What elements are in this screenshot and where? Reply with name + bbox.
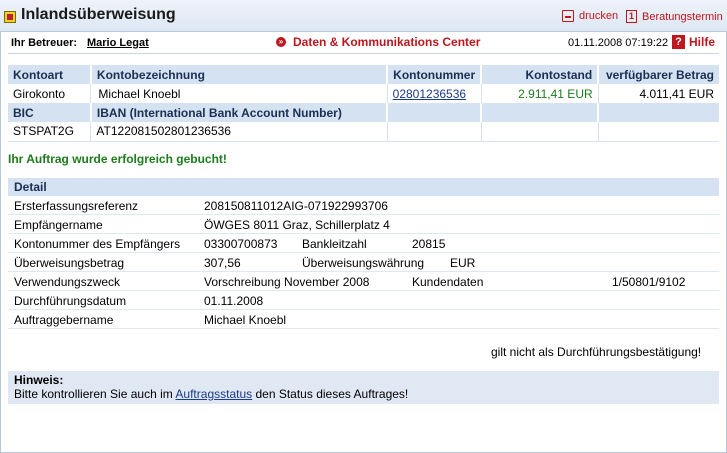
kundendaten-label: Kundendaten [412,275,484,289]
kontonr-label: Kontonummer des Empfängers [14,237,181,251]
kontostand-value: 2.911,41 EUR [480,84,599,103]
blz-value: 20815 [412,237,446,251]
empty-head-cell [480,103,599,122]
advisor-label: Ihr Betreuer: [11,37,78,49]
detail-row: Verwendungszweck Vorschreibung November … [8,272,719,291]
print-link[interactable]: drucken [562,10,618,22]
col-bic: BIC [8,103,91,122]
empty-cell [480,122,599,142]
calendar-icon: 1 [626,10,637,23]
transfer-icon [4,11,16,23]
kontonr-value: 03300700873 [204,237,278,251]
timestamp: 01.11.2008 07:19:22 [568,37,669,49]
advisor-bar: Ihr Betreuer: Mario Legat » Daten & Komm… [0,33,727,53]
iban-header-row: BIC IBAN (International Bank Account Num… [8,103,719,122]
bezeichnung-text: Michael Knoebl [98,86,181,101]
betrag-label: Überweisungsbetrag [14,256,125,270]
iban-value: AT122081502801236536 [90,122,388,142]
col-iban: IBAN (International Bank Account Number) [89,103,388,122]
waehrung-label: Überweisungswährung [302,256,425,270]
hint-text-after: den Status dieses Auftrages! [255,387,409,401]
confirmation-note: gilt nicht als Durchführungsbestätigung! [491,345,702,359]
appointment-link[interactable]: 1 Beratungstermin [626,10,723,23]
account-header-row: Kontoart Kontobezeichnung Kontonummer Ko… [8,65,719,84]
detail-row: Kontonummer des Empfängers 03300700873 B… [8,234,719,253]
zweck-label: Verwendungszweck [14,275,121,289]
advisor-name-link[interactable]: Mario Legat [87,37,149,49]
kundendaten-value: 1/50801/9102 [612,275,686,289]
detail-row: Überweisungsbetrag 307,56 Überweisungswä… [8,253,719,272]
kontonummer-cell: 02801236536 [386,84,482,103]
detail-row: Ersterfassungsreferenz 208150811012AIG-0… [8,196,719,215]
auftraggeber-value: Michael Knoebl [204,313,287,327]
betrag-value: 307,56 [204,256,241,270]
divider [8,53,719,54]
title-bar: Inlandsüberweisung drucken 1 Beratungste… [0,0,727,32]
appointment-label: Beratungstermin [642,10,723,23]
center-link-label: Daten & Kommunikations Center [293,35,481,49]
bezeichnung-value: Michael Knoebl [90,84,388,103]
empfaenger-label: Empfängername [14,218,103,232]
account-table: Kontoart Kontobezeichnung Kontonummer Ko… [8,65,719,142]
detail-row: Auftraggebername Michael Knoebl [8,310,719,329]
datum-label: Durchführungsdatum [14,294,127,308]
page-title: Inlandsüberweisung [21,6,176,23]
kontoart-value: Girokonto [8,84,91,103]
empfaenger-value: ÖWGES 8011 Graz, Schillerplatz 4 [204,218,390,232]
col-bezeichnung: Kontobezeichnung [89,65,388,84]
col-kontoart: Kontoart [8,65,91,84]
account-number-link[interactable]: 02801236536 [393,87,466,101]
empty-head-cell [386,103,482,122]
auftraggeber-label: Auftraggebername [14,313,114,327]
empty-head-cell [597,103,719,122]
empty-cell [386,122,482,142]
bic-value: STSPAT2G [8,122,91,142]
data-communication-center-link[interactable]: » Daten & Kommunikations Center [276,35,480,49]
col-verfuegbar: verfügbarer Betrag [597,65,719,84]
col-kontonummer: Kontonummer [386,65,482,84]
print-label: drucken [579,10,619,22]
waehrung-value: EUR [450,256,476,270]
detail-row: Empfängername ÖWGES 8011 Graz, Schillerp… [8,215,719,234]
detail-panel: Detail Ersterfassungsreferenz 2081508110… [8,178,719,329]
ersterfassung-value: 208150811012AIG-071922993706 [204,199,388,213]
detail-heading: Detail [8,178,719,196]
iban-row: STSPAT2G AT122081502801236536 [8,122,719,142]
zweck-value: Vorschreibung November 2008 [204,275,370,289]
success-message: Ihr Auftrag wurde erfolgreich gebucht! [8,152,227,166]
help-label: Hilfe [689,35,716,49]
blz-label: Bankleitzahl [302,237,367,251]
hint-text-before: Bitte kontrollieren Sie auch im [14,387,173,401]
ersterfassung-label: Ersterfassungsreferenz [14,199,139,213]
account-row: Girokonto Michael Knoebl 02801236536 2.9… [8,84,719,103]
detail-row: Durchführungsdatum 01.11.2008 [8,291,719,310]
empty-cell [597,122,719,142]
verfuegbar-value: 4.011,41 EUR [597,84,719,103]
help-link[interactable]: ? Hilfe [672,35,715,49]
help-icon: ? [672,35,685,49]
hint-label: Hinweis: [14,373,64,387]
datum-value: 01.11.2008 [204,294,264,308]
col-kontostand: Kontostand [480,65,599,84]
arrow-right-icon: » [276,37,286,47]
hint-box: Hinweis: Bitte kontrollieren Sie auch im… [8,371,719,404]
printer-icon [562,10,574,22]
order-status-link[interactable]: Auftragsstatus [175,387,252,401]
